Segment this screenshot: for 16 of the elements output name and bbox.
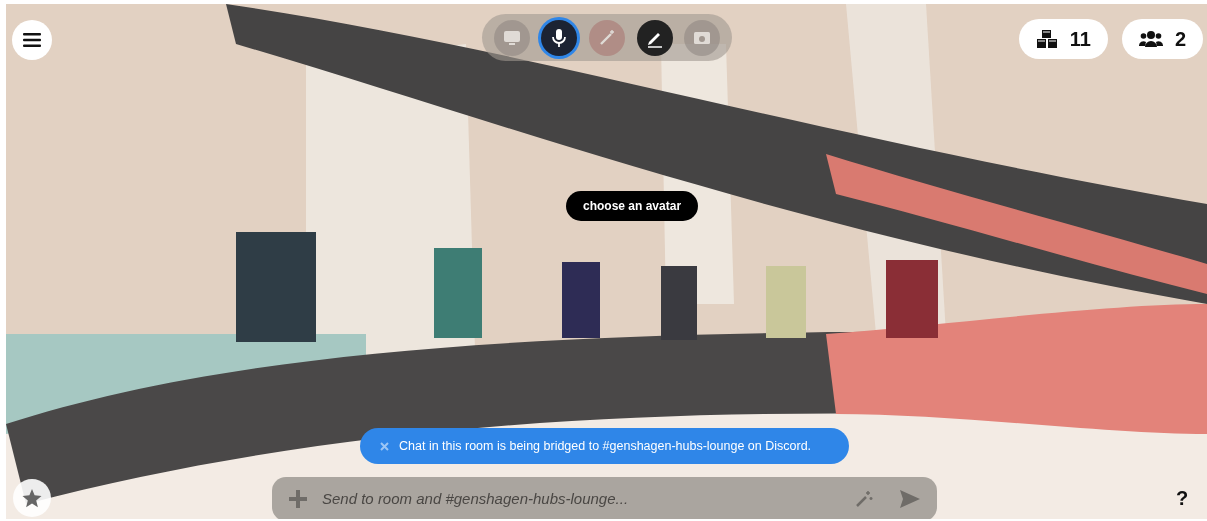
close-icon[interactable] (380, 441, 389, 451)
people-icon (1138, 30, 1163, 48)
chat-text-input[interactable]: Send to room and #genshagen-hubs-lounge... (322, 487, 841, 511)
help-button[interactable]: ? (1166, 482, 1198, 514)
star-icon (22, 488, 42, 508)
notice-text: Chat in this room is being bridged to #genshagen-hubs-lounge on Discord. (399, 437, 812, 455)
cubes-icon (1035, 29, 1058, 49)
toolbar-button[interactable] (541, 19, 578, 56)
objects-count-button[interactable]: 11 (1018, 19, 1108, 59)
menu-icon (23, 32, 41, 48)
chat-input-field[interactable]: Send to room and #genshagen-hubs-lounge... (272, 477, 937, 519)
avatar-tooltip: choose an avatar (566, 191, 699, 221)
people-count-button[interactable]: 2 (1121, 19, 1203, 59)
magic-wand-icon[interactable] (855, 490, 873, 508)
send-icon[interactable] (899, 489, 921, 509)
plus-icon[interactable] (288, 489, 308, 509)
